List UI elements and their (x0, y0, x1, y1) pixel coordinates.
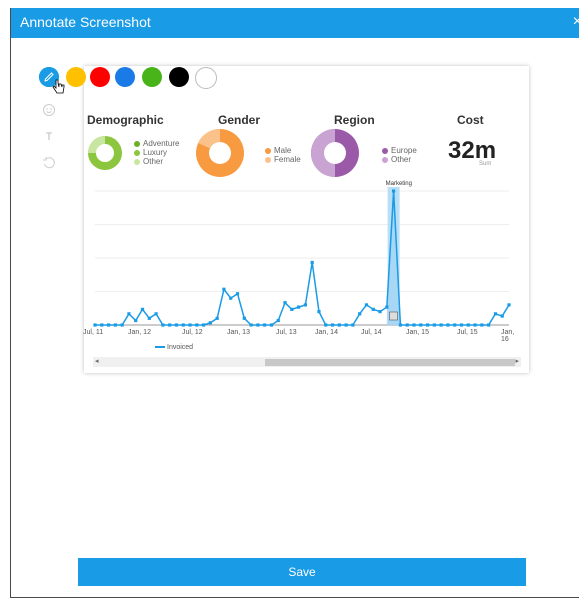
data-point (249, 323, 253, 327)
dashboard-screenshot: Demographic Gender Region Cost Adventure… (83, 103, 521, 373)
data-point (174, 323, 179, 327)
tick-jan-13: Jan, 13 (227, 329, 250, 336)
data-point (140, 307, 145, 311)
data-point (100, 323, 104, 327)
data-point (453, 323, 457, 327)
color-swatch-blue[interactable] (115, 67, 135, 87)
data-point (398, 323, 403, 327)
data-point (493, 312, 498, 316)
save-button[interactable]: Save (78, 558, 526, 586)
dialog-title: Annotate Screenshot (20, 14, 151, 30)
data-point (378, 310, 382, 314)
text-icon[interactable]: T (39, 127, 59, 147)
color-swatch-yellow[interactable] (66, 67, 86, 87)
data-point (201, 323, 206, 327)
data-point (195, 323, 199, 327)
data-point (364, 303, 369, 307)
data-point (161, 323, 165, 327)
data-point (93, 323, 97, 327)
data-point (263, 323, 267, 327)
data-point (290, 307, 294, 311)
data-point (432, 323, 436, 327)
data-point (222, 287, 226, 291)
chart-scrollbar[interactable]: ◂ ▸ (93, 357, 521, 367)
legend-line-swatch (155, 346, 165, 349)
chart-legend: Invoiced (155, 344, 193, 351)
annotation-marker (389, 311, 398, 321)
data-point (256, 323, 260, 327)
data-point (120, 323, 124, 327)
data-point (466, 323, 470, 327)
dialog-titlebar: Annotate Screenshot × (11, 8, 579, 38)
data-point (297, 305, 301, 309)
data-point (405, 323, 409, 327)
tick-jul-14: Jul, 14 (361, 329, 382, 336)
data-point (392, 189, 396, 193)
data-point (419, 323, 423, 327)
color-swatch-black[interactable] (169, 67, 189, 87)
tick-jul-15: Jul, 15 (457, 329, 478, 336)
data-point (330, 323, 335, 327)
data-point (242, 316, 246, 320)
color-swatch-green[interactable] (142, 67, 162, 87)
data-point (188, 323, 192, 327)
tick-jul-11: Jul, 11 (83, 329, 104, 336)
data-point (229, 296, 233, 300)
smiley-icon[interactable] (39, 100, 59, 120)
annotate-dialog: Annotate Screenshot × T Demographic Gend… (10, 8, 579, 598)
data-point (459, 323, 464, 327)
data-point (412, 323, 416, 327)
data-point (507, 303, 511, 307)
color-swatch-red[interactable] (90, 67, 110, 87)
data-point (446, 323, 450, 327)
data-point (337, 323, 341, 327)
data-point (154, 312, 158, 316)
data-point (106, 323, 111, 327)
data-point (425, 323, 430, 327)
marketing-annotation-label: Marketing (386, 181, 412, 187)
tick-jan-14: Jan, 14 (315, 329, 338, 336)
data-point (276, 318, 280, 323)
data-point (473, 323, 477, 327)
data-point (344, 323, 348, 327)
data-point (134, 318, 138, 323)
tick-jan-16: Jan, 16 (501, 329, 515, 343)
color-swatch-white[interactable] (195, 67, 217, 89)
data-point (317, 310, 321, 314)
data-point (113, 323, 117, 327)
data-point (168, 323, 172, 327)
data-point (310, 260, 314, 265)
tick-jan-15: Jan, 15 (406, 329, 429, 336)
scroll-thumb[interactable] (265, 359, 515, 366)
invoiced-line-chart: Marketing (93, 181, 511, 327)
tick-jul-13: Jul, 13 (276, 329, 297, 336)
tick-jan-12: Jan, 12 (128, 329, 151, 336)
data-point (283, 301, 287, 305)
data-point (127, 312, 131, 316)
data-point (385, 305, 389, 309)
data-point (351, 323, 355, 327)
data-point (269, 323, 274, 327)
data-point (215, 316, 219, 320)
data-point (235, 292, 240, 296)
data-point (487, 323, 491, 327)
data-point (371, 307, 375, 311)
data-point (147, 316, 151, 320)
data-point (324, 323, 328, 327)
data-point (500, 314, 504, 318)
scroll-right-arrow-icon[interactable]: ▸ (515, 357, 519, 365)
data-point (181, 323, 185, 327)
legend-invoiced: Invoiced (167, 344, 194, 351)
data-point (303, 303, 307, 307)
undo-icon[interactable] (39, 153, 59, 173)
data-point (358, 312, 362, 316)
data-point (439, 323, 443, 327)
scroll-left-arrow-icon[interactable]: ◂ (95, 357, 99, 365)
close-icon[interactable]: × (573, 13, 579, 31)
data-point (208, 321, 212, 325)
hand-cursor-icon (52, 79, 66, 100)
data-point (480, 323, 484, 327)
tick-jul-12: Jul, 12 (182, 329, 203, 336)
